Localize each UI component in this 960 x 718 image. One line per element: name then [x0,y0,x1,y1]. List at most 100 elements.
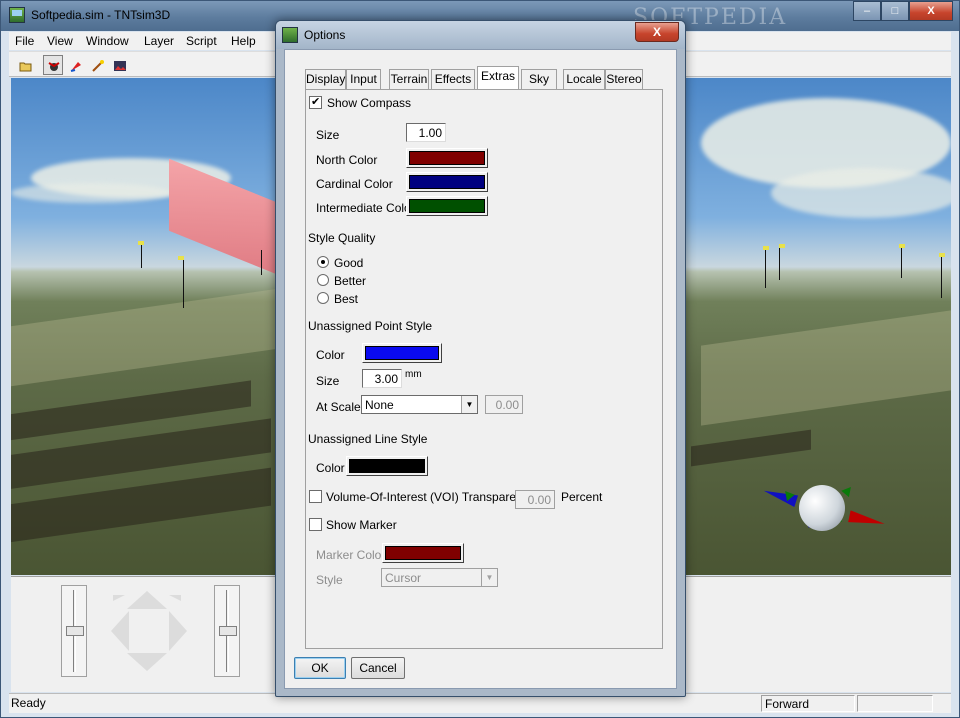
menu-layer[interactable]: Layer [144,34,174,48]
intermediate-color-button[interactable] [406,196,488,216]
ok-button[interactable]: OK [294,657,346,679]
menu-help[interactable]: Help [231,34,256,48]
scene-button[interactable] [109,55,129,75]
point-size-label: Size [316,374,340,388]
cardinal-color-swatch [409,175,485,189]
altitude-slider-thumb[interactable] [66,626,84,636]
speed-slider[interactable] [214,585,240,677]
menu-script[interactable]: Script [186,34,217,48]
chevron-down-icon: ▼ [461,396,477,413]
fly-mode-icon [48,62,60,71]
fly-mode-button[interactable] [43,55,63,75]
point-color-button[interactable] [362,343,442,363]
menu-view[interactable]: View [47,34,73,48]
quality-best-radio[interactable] [317,292,329,304]
altitude-slider[interactable] [61,585,87,677]
line-color-button[interactable] [346,456,428,476]
quality-better-label: Better [334,274,367,288]
tab-input[interactable]: Input [346,69,381,89]
minimize-button[interactable]: – [853,1,881,21]
arrow-up-icon[interactable] [127,591,167,609]
at-scale-number: 0.00 [485,395,523,414]
compass-size-label: Size [316,128,340,142]
cloud [771,168,951,218]
flag [939,253,945,257]
line-color-label: Color [316,461,345,475]
pole [183,258,184,308]
line-style-label: Unassigned Line Style [308,432,428,446]
pole [901,244,902,278]
field [691,429,811,467]
field [11,286,291,390]
marker-style-select: Cursor ▼ [381,568,498,587]
dialog-body: Display Input Terrain Effects Extras Sky… [284,49,677,689]
tab-locale[interactable]: Locale [563,69,605,89]
open-folder-icon [19,62,32,72]
flag [763,246,769,250]
status-mode-pane: Forward [761,695,855,712]
compass-arrow-east [848,510,886,530]
tab-display[interactable]: Display [305,69,346,89]
arrow-right-icon[interactable] [169,611,187,651]
marker-style-value: Cursor [385,571,422,585]
status-text: Ready [11,696,46,710]
magic-wand-icon [92,60,104,72]
marker-color-swatch [385,546,461,560]
close-button[interactable]: X [909,1,953,21]
show-marker-label: Show Marker [326,518,397,532]
quality-better-radio[interactable] [317,274,329,286]
flag [138,241,144,245]
pole [779,244,780,280]
arrow-upleft-icon[interactable] [113,595,125,601]
cancel-button[interactable]: Cancel [351,657,405,679]
menu-file[interactable]: File [15,34,34,48]
pole [141,242,142,268]
show-compass-checkbox[interactable] [309,95,322,109]
dialog-close-button[interactable]: X [635,22,679,42]
arrow-upright-icon[interactable] [169,595,181,601]
arrow-down-icon[interactable] [127,653,167,671]
quality-best-label: Best [334,292,359,306]
cardinal-color-button[interactable] [406,172,488,192]
arrow-left-icon[interactable] [111,611,129,651]
tab-terrain[interactable]: Terrain [389,69,429,89]
north-color-label: North Color [316,153,378,167]
pole [765,246,766,288]
compass-size-input[interactable]: 1.00 [406,123,446,142]
voi-unit: Percent [561,490,603,504]
quality-good-radio[interactable] [317,256,329,268]
marker-style-label: Style [316,573,343,587]
intermediate-color-swatch [409,199,485,213]
compass-arrow-ne [841,483,855,498]
cardinal-color-label: Cardinal Color [316,177,393,191]
pointer-icon [70,62,81,72]
maximize-button[interactable]: □ [881,1,909,21]
compass-globe [799,485,845,531]
speed-slider-thumb[interactable] [219,626,237,636]
show-marker-checkbox[interactable] [309,518,322,531]
tab-extras[interactable]: Extras [477,66,519,89]
tab-effects[interactable]: Effects [431,69,475,89]
at-scale-select[interactable]: None ▼ [361,395,478,414]
dialog-titlebar[interactable]: Options X [276,21,685,49]
flag [899,244,905,248]
dialog-app-icon [282,27,298,43]
pole [941,254,942,298]
point-size-input[interactable]: 3.00 [362,369,402,388]
menu-window[interactable]: Window [86,34,129,48]
marker-color-label: Marker Color [316,548,386,562]
app-icon [9,7,25,23]
line-color-swatch [349,459,425,473]
open-button[interactable] [15,55,35,75]
point-style-label: Unassigned Point Style [308,319,433,333]
voi-checkbox[interactable] [309,490,322,503]
magic-wand-button[interactable] [87,55,107,75]
tab-sky[interactable]: Sky [521,69,557,89]
style-quality-label: Style Quality [308,231,376,245]
scene-icon [114,61,126,71]
marker-color-button [382,543,464,563]
tab-stereo[interactable]: Stereo [605,69,643,89]
voi-value-input: 0.00 [515,490,555,509]
north-color-button[interactable] [406,148,488,168]
pointer-button[interactable] [65,55,85,75]
